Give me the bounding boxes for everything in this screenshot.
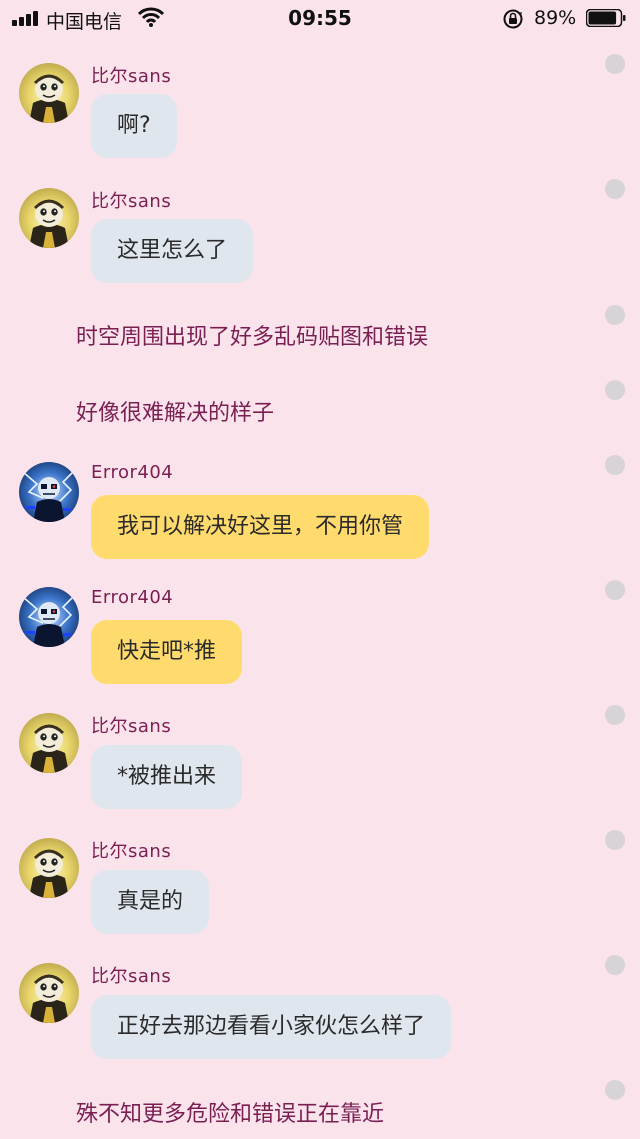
more-options-dot[interactable] [605, 705, 625, 725]
chat-message: 比尔sans 真是的 [0, 830, 640, 936]
more-options-dot[interactable] [605, 955, 625, 975]
bill-sans-avatar[interactable] [19, 713, 79, 773]
chat-message: 比尔sans 这里怎么了 [0, 179, 640, 285]
narration-line: 好像很难解决的样子 [0, 380, 640, 426]
narration-line: 殊不知更多危险和错误正在靠近 [0, 1080, 640, 1127]
message-bubble[interactable]: 真是的 [91, 870, 210, 934]
narration-text: 殊不知更多危险和错误正在靠近 [76, 1102, 385, 1127]
sender-name: Error404 [91, 462, 174, 483]
chat-message: Error404 我可以解决好这里，不用你管 [0, 455, 640, 561]
chat-message: 比尔sans 啊? [0, 54, 640, 160]
battery-percentage: 89% [534, 7, 577, 29]
rotation-lock-icon [503, 9, 523, 29]
bill-sans-avatar[interactable] [19, 963, 79, 1023]
narration-text: 时空周围出现了好多乱码贴图和错误 [76, 325, 429, 350]
bill-sans-avatar[interactable] [19, 63, 79, 123]
more-options-dot[interactable] [605, 179, 625, 199]
sender-name: 比尔sans [91, 966, 172, 987]
sender-name: 比尔sans [91, 716, 172, 737]
sender-name: Error404 [91, 587, 174, 608]
error404-avatar[interactable] [19, 587, 79, 647]
chat-message: 比尔sans 正好去那边看看小家伙怎么样了 [0, 955, 640, 1061]
more-options-dot[interactable] [605, 54, 625, 74]
error404-avatar[interactable] [19, 462, 79, 522]
message-bubble[interactable]: *被推出来 [91, 745, 243, 809]
sender-name: 比尔sans [91, 191, 172, 212]
chat-message: Error404 快走吧*推 [0, 580, 640, 686]
message-bubble[interactable]: 我可以解决好这里，不用你管 [91, 495, 430, 559]
narration-text: 好像很难解决的样子 [76, 401, 275, 426]
sender-name: 比尔sans [91, 66, 172, 87]
more-options-dot[interactable] [605, 830, 625, 850]
chat-message: 比尔sans *被推出来 [0, 705, 640, 811]
status-bar: 中国电信 09:55 89% [0, 0, 640, 36]
sender-name: 比尔sans [91, 841, 172, 862]
bill-sans-avatar[interactable] [19, 188, 79, 248]
message-bubble[interactable]: 快走吧*推 [91, 620, 243, 684]
battery-icon [586, 9, 626, 27]
message-bubble[interactable]: 这里怎么了 [91, 219, 254, 283]
more-options-dot[interactable] [605, 1080, 625, 1100]
bill-sans-avatar[interactable] [19, 838, 79, 898]
message-bubble[interactable]: 正好去那边看看小家伙怎么样了 [91, 995, 452, 1059]
message-bubble[interactable]: 啊? [91, 94, 177, 158]
more-options-dot[interactable] [605, 455, 625, 475]
more-options-dot[interactable] [605, 580, 625, 600]
more-options-dot[interactable] [605, 380, 625, 400]
more-options-dot[interactable] [605, 305, 625, 325]
narration-line: 时空周围出现了好多乱码贴图和错误 [0, 305, 640, 350]
